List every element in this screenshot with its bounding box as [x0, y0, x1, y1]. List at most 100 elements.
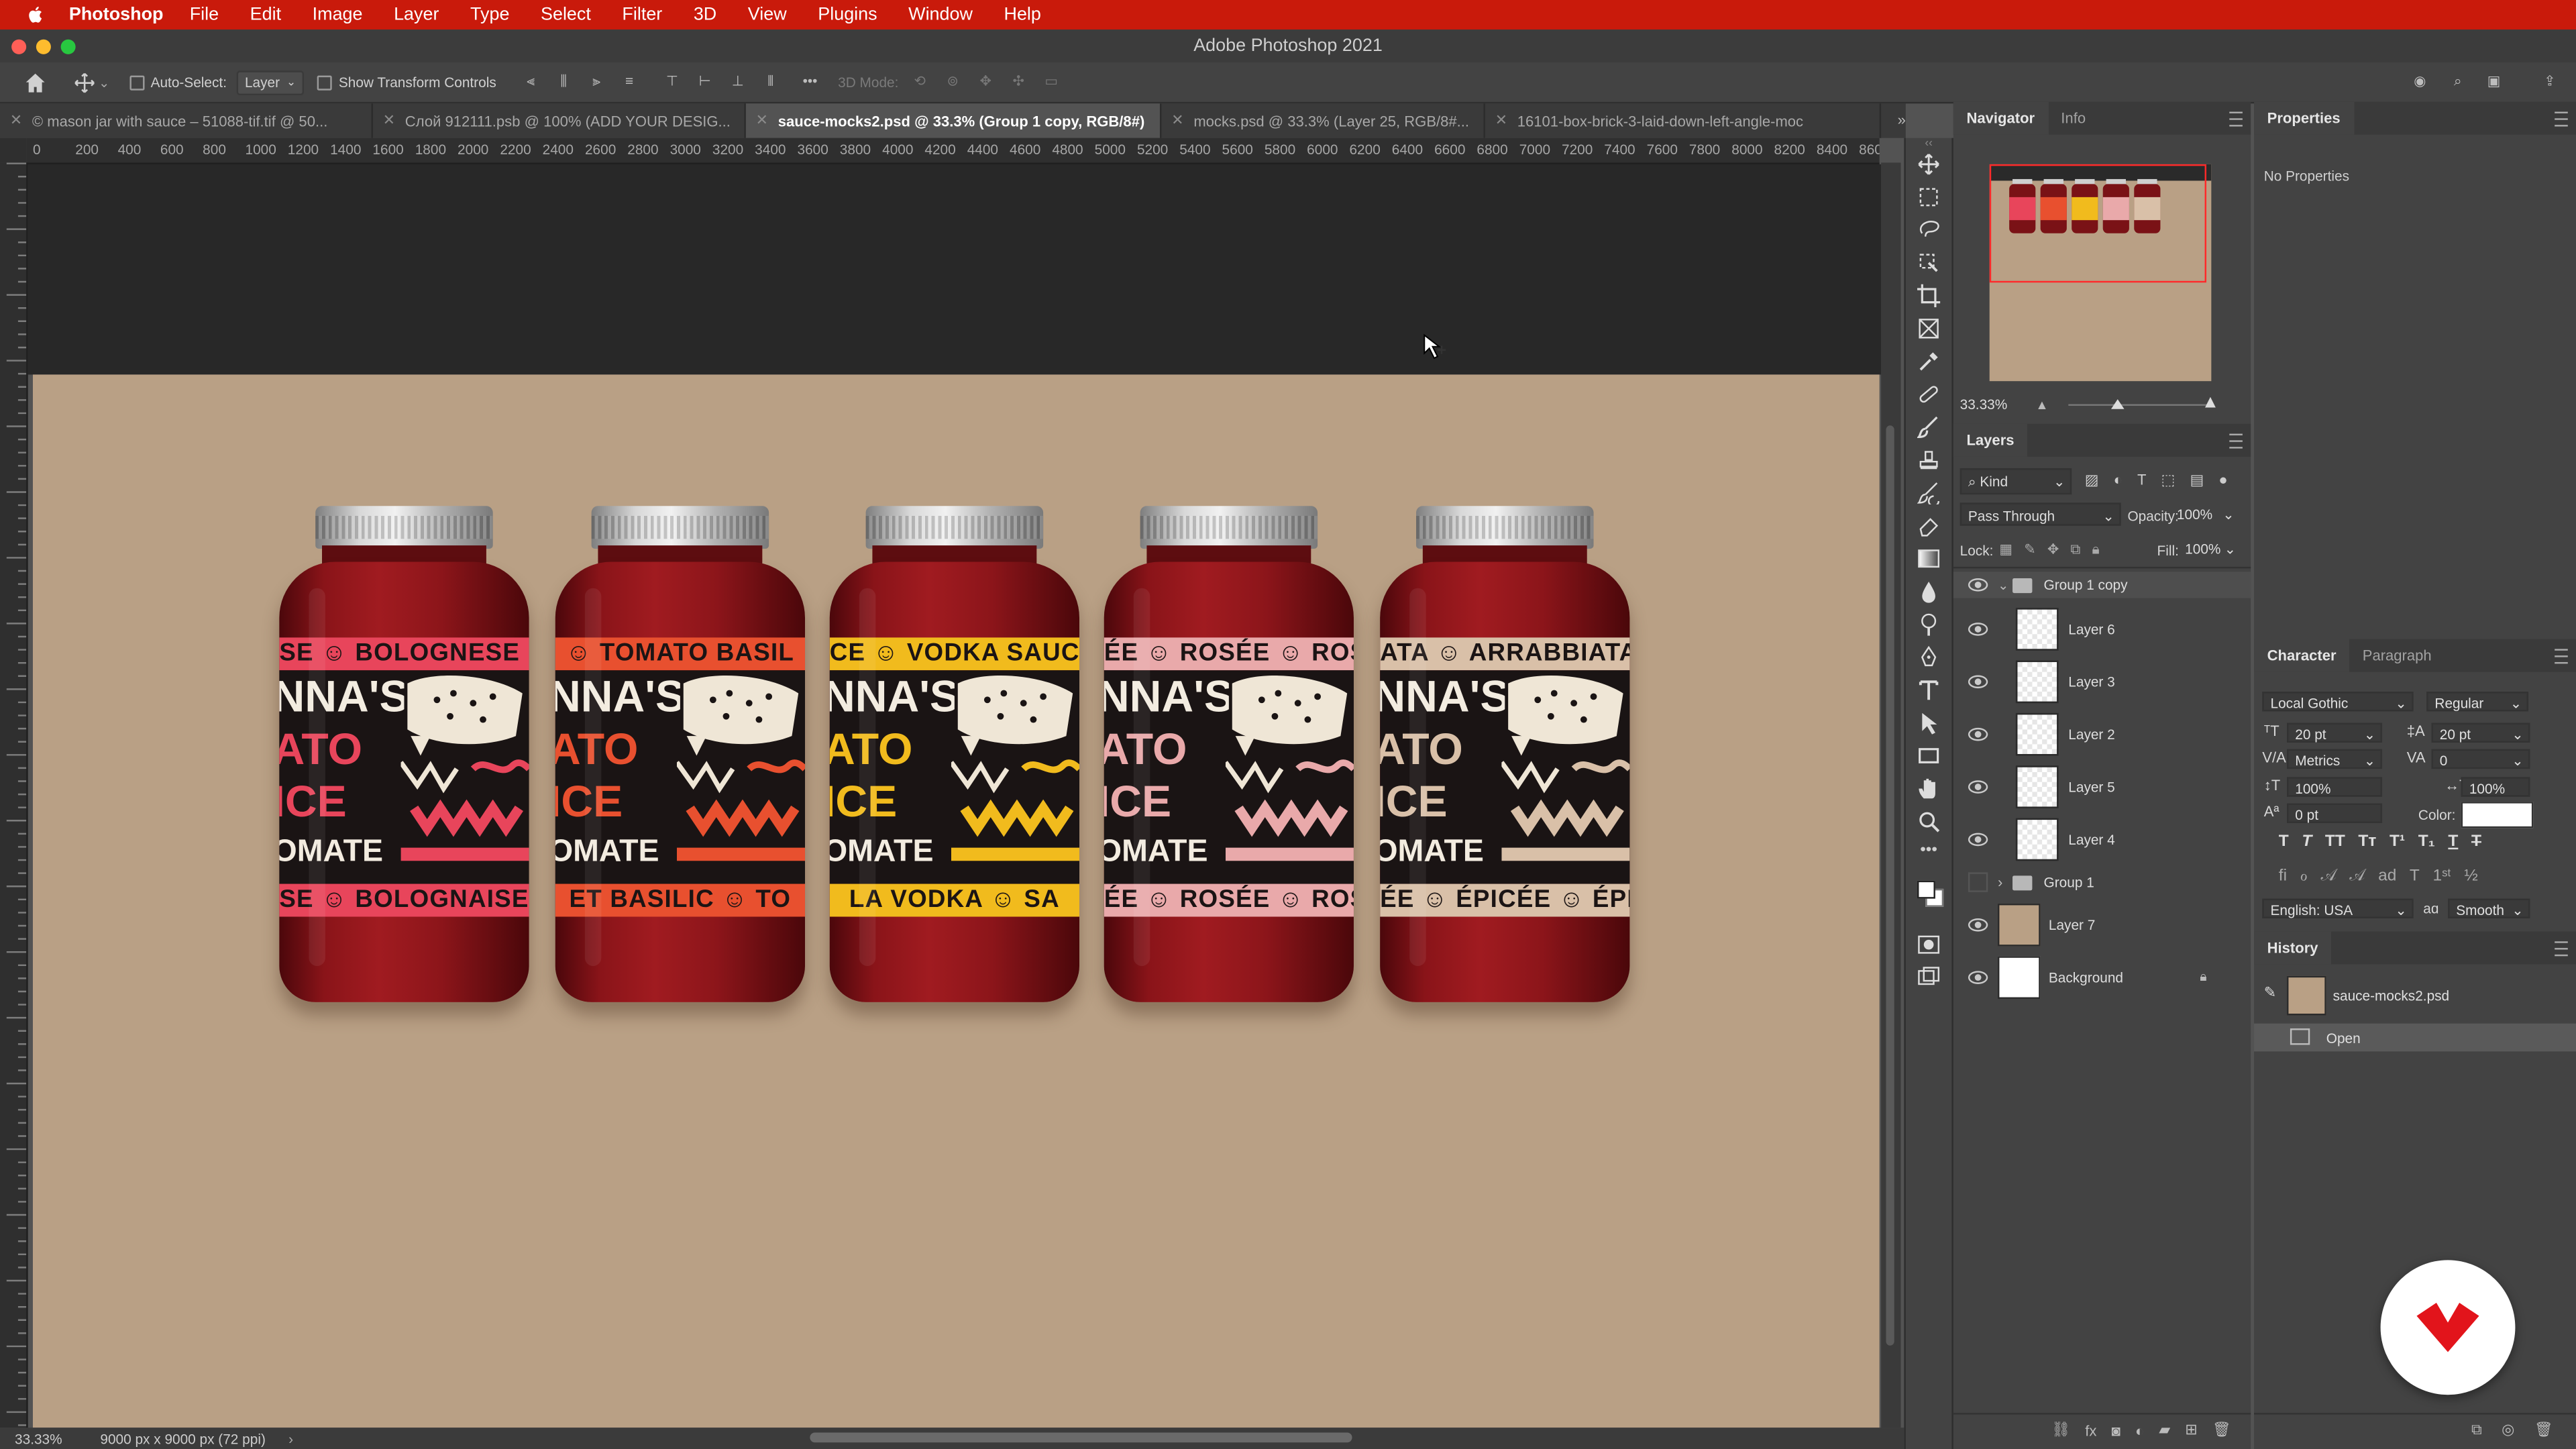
- menu-app-photoshop[interactable]: Photoshop: [69, 5, 164, 24]
- opacity-field[interactable]: 100% ⌄: [2177, 502, 2239, 525]
- align-middle-icon[interactable]: ⊢: [694, 72, 716, 92]
- eraser-tool-icon[interactable]: [1917, 515, 1940, 537]
- tab-sloy[interactable]: ✕ Слой 912111.psb @ 100% (ADD YOUR DESIG.…: [373, 103, 746, 138]
- tab-history[interactable]: History: [2254, 931, 2332, 965]
- tab-layers[interactable]: Layers: [1953, 423, 2028, 457]
- panel-menu-icon[interactable]: [2229, 111, 2243, 127]
- history-step-open[interactable]: Open: [2254, 1023, 2576, 1052]
- move-tool-icon[interactable]: [74, 72, 95, 93]
- pen-tool-icon[interactable]: [1917, 645, 1940, 668]
- minimize-window-button[interactable]: [36, 39, 51, 54]
- blend-mode-dropdown[interactable]: Pass Through ⌄: [1960, 502, 2121, 526]
- horizontal-ruler[interactable]: 0 200 400 600 800 1000 1200 1400 1600 1800 2000 220…: [26, 138, 1880, 164]
- strikethrough-button[interactable]: T: [2471, 833, 2481, 851]
- layer-name[interactable]: Layer 5: [2068, 779, 2114, 795]
- swash-button[interactable]: 𝒜: [2321, 867, 2337, 885]
- color-swatches[interactable]: [1917, 877, 1944, 907]
- layer-name[interactable]: Layer 6: [2068, 621, 2114, 637]
- tab-properties[interactable]: Properties: [2254, 101, 2354, 135]
- baseline-shift-field[interactable]: 0 pt: [2287, 803, 2383, 823]
- more-tools-icon[interactable]: •••: [1917, 842, 1940, 865]
- frame-tool-icon[interactable]: [1917, 317, 1940, 340]
- panel-menu-icon[interactable]: [2555, 941, 2568, 957]
- status-zoom[interactable]: 33.33%: [15, 1430, 94, 1446]
- visibility-eye-icon[interactable]: [1968, 833, 1988, 847]
- visibility-eye-icon[interactable]: [1968, 918, 1988, 932]
- text-color-swatch[interactable]: [2461, 802, 2534, 828]
- share-user-icon[interactable]: ◉: [2408, 72, 2431, 92]
- add-mask-icon[interactable]: ◙: [2112, 1422, 2121, 1438]
- tab-paragraph[interactable]: Paragraph: [2349, 639, 2445, 672]
- panel-menu-icon[interactable]: [2555, 649, 2568, 664]
- all-caps-button[interactable]: TT: [2325, 833, 2345, 851]
- layer-row-layer-6[interactable]: Layer 6: [1953, 603, 2251, 655]
- tab-character[interactable]: Character: [2254, 639, 2350, 672]
- zoom-slider-thumb[interactable]: [2110, 399, 2125, 409]
- horizontal-scale-field[interactable]: 100%: [2461, 777, 2530, 797]
- panel-menu-icon[interactable]: [2555, 111, 2568, 127]
- history-brush-source-icon[interactable]: ✎: [2264, 984, 2276, 1002]
- font-size-field[interactable]: 20 pt ⌄: [2287, 722, 2383, 743]
- visibility-toggle-empty[interactable]: [1968, 872, 1988, 892]
- fill-field[interactable]: 100% ⌄: [2185, 537, 2241, 560]
- font-style-dropdown[interactable]: Regular ⌄: [2426, 692, 2529, 712]
- document-canvas[interactable]: SE ☺ BOLOGNESE ☺ NNA'S ATO ICE OMATE SE ☺ BOL…: [32, 374, 1880, 1428]
- menu-window[interactable]: Window: [908, 5, 973, 24]
- chevron-down-icon[interactable]: ⌄: [1998, 578, 2008, 592]
- tracking-field[interactable]: 0 ⌄: [2431, 749, 2530, 769]
- close-tab-icon[interactable]: ✕: [1495, 112, 1507, 130]
- eyedropper-tool-icon[interactable]: [1917, 350, 1940, 373]
- show-transform-checkbox[interactable]: [317, 74, 339, 91]
- zoom-tool-icon[interactable]: [1917, 810, 1940, 833]
- pasteboard[interactable]: [28, 164, 1882, 375]
- navigator-view-rect[interactable]: [1989, 164, 2207, 283]
- kerning-field[interactable]: Metrics ⌄: [2287, 749, 2383, 769]
- screen-mode-icon[interactable]: [1917, 966, 1940, 989]
- close-window-button[interactable]: [11, 39, 27, 54]
- tab-info[interactable]: Info: [2048, 102, 2099, 135]
- align-center-icon[interactable]: ⫼: [552, 72, 575, 92]
- antialias-dropdown[interactable]: Smooth ⌄: [2448, 898, 2530, 918]
- titling-button[interactable]: ad: [2378, 867, 2396, 885]
- align-right-icon[interactable]: ⫸: [585, 72, 608, 92]
- history-brush-tool-icon[interactable]: [1917, 482, 1940, 507]
- distribute-vertical-icon[interactable]: ⫴: [759, 72, 782, 92]
- chevron-right-icon[interactable]: ›: [1998, 874, 2002, 890]
- fractions-button[interactable]: ½: [2464, 867, 2477, 885]
- tab-navigator[interactable]: Navigator: [1953, 101, 2048, 135]
- clone-stamp-tool-icon[interactable]: [1917, 449, 1940, 472]
- marquee-tool-icon[interactable]: [1917, 186, 1940, 209]
- home-icon[interactable]: [25, 72, 46, 93]
- fx-icon[interactable]: fx: [2085, 1422, 2096, 1438]
- lock-artboard-icon[interactable]: ⧉: [2070, 541, 2080, 559]
- 3d-roll-icon[interactable]: ⊚: [941, 72, 964, 92]
- healing-brush-tool-icon[interactable]: [1917, 383, 1940, 406]
- filter-toggle-icon[interactable]: ●: [2218, 472, 2227, 490]
- close-tab-icon[interactable]: ✕: [10, 112, 22, 130]
- zoom-slider[interactable]: [2068, 404, 2213, 406]
- superscript-button[interactable]: T¹: [2390, 833, 2405, 851]
- layer-name[interactable]: Layer 2: [2068, 726, 2114, 742]
- align-top-icon[interactable]: ⊤: [661, 72, 684, 92]
- distribute-icon[interactable]: ≡: [618, 72, 641, 92]
- apple-icon[interactable]: [26, 5, 46, 24]
- menu-layer[interactable]: Layer: [394, 5, 439, 24]
- menu-type[interactable]: Type: [470, 5, 509, 24]
- snapshot-camera-icon[interactable]: ◎: [2502, 1421, 2514, 1439]
- path-selection-tool-icon[interactable]: [1917, 711, 1940, 735]
- 3d-camera-icon[interactable]: ▭: [1040, 72, 1063, 92]
- type-tool-icon[interactable]: [1917, 678, 1940, 701]
- visibility-eye-icon[interactable]: [1968, 578, 1988, 592]
- chevron-down-icon[interactable]: ⌄: [99, 74, 109, 89]
- layer-row-group-1-copy[interactable]: ⌄ Group 1 copy: [1953, 572, 2251, 598]
- close-tab-icon[interactable]: ✕: [383, 112, 395, 130]
- horizontal-scrollbar-thumb[interactable]: [810, 1432, 1352, 1443]
- menu-image[interactable]: Image: [313, 5, 363, 24]
- align-bottom-icon[interactable]: ⊥: [727, 72, 749, 92]
- move-tool-icon[interactable]: [1917, 153, 1940, 176]
- vertical-scale-field[interactable]: 100%: [2287, 777, 2383, 797]
- new-layer-icon[interactable]: ⊞: [2185, 1421, 2197, 1439]
- menu-select[interactable]: Select: [541, 5, 591, 24]
- menu-file[interactable]: File: [190, 5, 219, 24]
- menu-help[interactable]: Help: [1004, 5, 1040, 24]
